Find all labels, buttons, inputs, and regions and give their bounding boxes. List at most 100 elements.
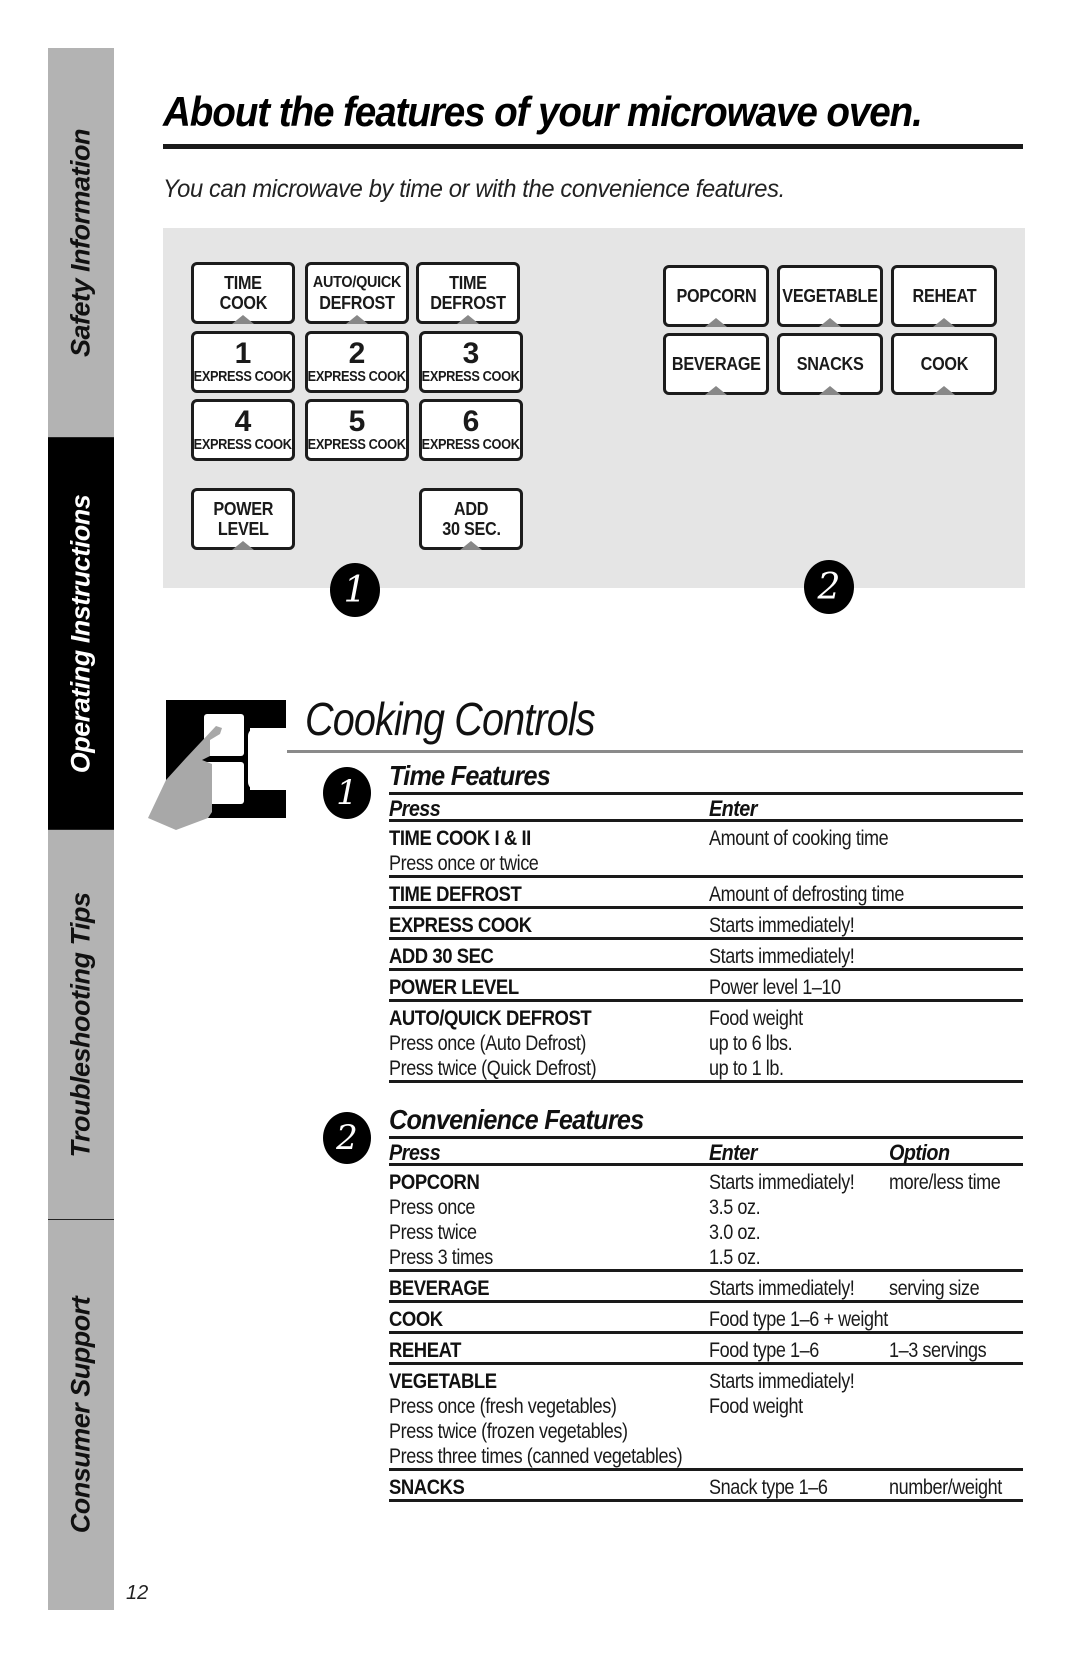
key-express-cook-1: 1 EXPRESS COOK (191, 331, 295, 393)
cell-press: POWER LEVEL (389, 976, 519, 999)
key-indicator-icon (933, 318, 955, 327)
key-number: 6 (462, 405, 480, 438)
key-label: REHEAT (912, 286, 976, 306)
table-row-line: Press once (fresh vegetables) Food weight (389, 1393, 1023, 1418)
key-popcorn: POPCORN (663, 265, 769, 327)
table-header: Press Enter (389, 792, 1023, 822)
table-row: EXPRESS COOK Starts immediately! (389, 912, 1023, 940)
cell-press: BEVERAGE (389, 1277, 490, 1300)
cell-enter: Food weight (709, 1007, 803, 1030)
table-row-line: REHEAT Food type 1–6 1–3 servings (389, 1337, 1023, 1362)
cell-press: VEGETABLE (389, 1370, 497, 1393)
key-number: 5 (348, 405, 366, 438)
key-label: DEFROST (430, 293, 506, 313)
table-row: COOK Food type 1–6 + weight (389, 1306, 1023, 1334)
tab-operating-instructions[interactable]: Operating Instructions (48, 438, 114, 830)
key-label: VEGETABLE (782, 286, 878, 306)
cell-enter: Starts immediately! (709, 914, 855, 937)
key-indicator-icon (232, 541, 254, 550)
group-1-badge: 1 (330, 563, 380, 617)
tab-label: Troubleshooting Tips (65, 892, 96, 1157)
time-features-badge: 1 (323, 767, 371, 819)
table-row-line: SNACKS Snack type 1–6 number/weight (389, 1474, 1023, 1499)
key-label: SNACKS (796, 354, 864, 374)
section-tabs: Safety Information Operating Instruction… (48, 48, 114, 1610)
convenience-features-table: Press Enter Option POPCORN Starts immedia… (389, 1136, 1023, 1502)
table-row-line: COOK Food type 1–6 + weight (389, 1306, 1023, 1331)
cell-press: ADD 30 SEC (389, 945, 494, 968)
table-row-line: Press three times (canned vegetables) (389, 1443, 1023, 1468)
cell-press: Press once or twice (389, 852, 539, 875)
title-divider (163, 144, 1023, 149)
key-label: ADD (453, 499, 489, 519)
key-label: 30 SEC. (441, 519, 501, 539)
table-row-line: TIME DEFROST Amount of defrosting time (389, 881, 1023, 906)
table-row: ADD 30 SEC Starts immediately! (389, 943, 1023, 971)
key-indicator-icon (346, 315, 368, 324)
cell-enter: Snack type 1–6 (709, 1476, 828, 1499)
tab-safety-information[interactable]: Safety Information (48, 48, 114, 438)
tab-consumer-support[interactable]: Consumer Support (48, 1220, 114, 1610)
table-row-line: AUTO/QUICK DEFROST Food weight (389, 1005, 1023, 1030)
table-row: TIME DEFROST Amount of defrosting time (389, 881, 1023, 909)
cell-press: EXPRESS COOK (389, 914, 532, 937)
table-row-line: EXPRESS COOK Starts immediately! (389, 912, 1023, 937)
key-auto-quick-defrost: AUTO/QUICK DEFROST (305, 262, 409, 324)
table-row-line: Press once 3.5 oz. (389, 1194, 1023, 1219)
tab-label: Operating Instructions (65, 494, 96, 773)
key-beverage: BEVERAGE (663, 333, 769, 395)
key-indicator-icon (460, 541, 482, 550)
page-subtitle: You can microwave by time or with the co… (163, 175, 785, 203)
key-indicator-icon (232, 315, 254, 324)
cell-enter: up to 1 lb. (709, 1057, 784, 1080)
key-express-cook-3: 3 EXPRESS COOK (419, 331, 523, 393)
column-header-press: Press (389, 796, 441, 821)
key-express-cook-4: 4 EXPRESS COOK (191, 399, 295, 461)
cell-press: TIME COOK I & II (389, 827, 531, 850)
cell-press: POPCORN (389, 1171, 480, 1194)
table-row-line: ADD 30 SEC Starts immediately! (389, 943, 1023, 968)
cell-enter: Amount of defrosting time (709, 883, 905, 906)
cell-press: Press twice (frozen vegetables) (389, 1420, 628, 1443)
cell-press: Press once (Auto Defrost) (389, 1032, 587, 1055)
cell-press: COOK (389, 1308, 443, 1331)
cell-press: AUTO/QUICK DEFROST (389, 1007, 592, 1030)
cell-press: Press twice (389, 1221, 477, 1244)
cell-press: Press once (389, 1196, 476, 1219)
table-row-line: TIME COOK I & II Amount of cooking time (389, 825, 1023, 850)
key-label: EXPRESS COOK (422, 437, 520, 453)
key-reheat: REHEAT (891, 265, 997, 327)
key-label: COOK (219, 293, 267, 313)
cell-enter: Food type 1–6 + weight (709, 1308, 888, 1331)
key-label: EXPRESS COOK (308, 437, 406, 453)
page-title: About the features of your microwave ove… (163, 88, 923, 135)
table-row-line: Press once (Auto Defrost) up to 6 lbs. (389, 1030, 1023, 1055)
section-divider (287, 750, 1023, 753)
convenience-features-title: Convenience Features (389, 1104, 644, 1135)
table-row: TIME COOK I & II Amount of cooking time Pr… (389, 825, 1023, 878)
key-label: BEVERAGE (671, 354, 761, 374)
table-row: VEGETABLE Starts immediately! Press once (… (389, 1368, 1023, 1471)
column-header-enter: Enter (709, 796, 757, 821)
cell-enter: up to 6 lbs. (709, 1032, 793, 1055)
cell-enter: Starts immediately! (709, 1171, 855, 1194)
cell-option: number/weight (889, 1476, 1002, 1499)
tab-troubleshooting-tips[interactable]: Troubleshooting Tips (48, 830, 114, 1220)
column-header-enter: Enter (709, 1140, 757, 1165)
key-label: EXPRESS COOK (194, 369, 292, 385)
table-row-line: Press once or twice (389, 850, 1023, 875)
cell-enter: Food weight (709, 1395, 803, 1418)
table-row: SNACKS Snack type 1–6 number/weight (389, 1474, 1023, 1502)
cell-enter: Power level 1–10 (709, 976, 841, 999)
cell-press: Press three times (canned vegetables) (389, 1445, 683, 1468)
key-label: LEVEL (217, 519, 269, 539)
key-number: 2 (348, 337, 366, 370)
key-add-30-sec: ADD 30 SEC. (419, 488, 523, 550)
section-title-cooking-controls: Cooking Controls (305, 693, 596, 745)
key-number: 1 (234, 337, 252, 370)
table-row-line: VEGETABLE Starts immediately! (389, 1368, 1023, 1393)
cell-enter: Starts immediately! (709, 1370, 855, 1393)
key-indicator-icon (933, 386, 955, 395)
cell-option: serving size (889, 1277, 980, 1300)
cell-enter: Starts immediately! (709, 1277, 855, 1300)
